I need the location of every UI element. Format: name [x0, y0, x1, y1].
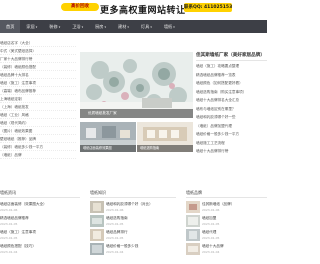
list-item[interactable]: 墙纸（施工）注意事项	[0, 230, 80, 235]
nav-item-1[interactable]: 家居▾	[20, 20, 43, 33]
list-item[interactable]: （装修）墙纸颜色搭配	[0, 63, 76, 71]
chevron-down-icon: ▾	[81, 25, 84, 29]
list-item[interactable]: 墙纸价格一般多少钱一平方	[196, 130, 267, 139]
list-item[interactable]: 墙纸和乳胶漆哪个好（对比）	[106, 202, 176, 207]
section-title: 墙纸品牌	[186, 190, 202, 195]
article-thumbnail[interactable]	[90, 243, 104, 255]
nav-item-3[interactable]: 卫浴▾	[66, 20, 89, 33]
list-date: 2023-01-06	[106, 208, 124, 212]
list-date: 2023-01-04	[202, 250, 220, 254]
chevron-down-icon: ▾	[58, 25, 61, 29]
list-item[interactable]: 墙纸店面装修（效果图大全）	[0, 202, 80, 207]
list-item[interactable]: 墙纸十大品牌排名大全汇总	[196, 96, 267, 105]
list-item[interactable]: 墙布与墙纸区别在哪里？	[196, 105, 267, 114]
list-item[interactable]: 墙纸十大品牌排行榜	[196, 147, 267, 156]
list-date: 2023-01-05	[106, 236, 124, 240]
list-item[interactable]: 厂家十大品牌排行榜	[0, 55, 76, 63]
list-item[interactable]: 墙纸（工业）风格	[0, 111, 76, 119]
thumb-caption: 墙纸店面装修效果图	[80, 145, 136, 152]
section-title: 墙纸知识	[90, 190, 106, 195]
left-article-list: 墙纸店名字（大全） 中式（美式壁纸选择） 厂家十大品牌排行榜 （装修）墙纸颜色搭…	[0, 39, 76, 159]
divider	[0, 197, 80, 198]
chevron-down-icon: ▾	[35, 25, 38, 29]
list-item[interactable]: 墙纸店名字（大全）	[0, 39, 76, 47]
section-title: 墙纸资讯	[0, 190, 16, 195]
list-date: 2023-01-06	[202, 208, 220, 212]
list-item[interactable]: （图片）墙纸效果图	[0, 127, 76, 135]
banner-title: 更多高权重网站转让	[100, 6, 186, 16]
chevron-down-icon: ▾	[104, 25, 107, 29]
divider	[196, 60, 267, 61]
nav-item-home[interactable]: 首页	[0, 20, 21, 33]
nav-item-4[interactable]: 厨房▾	[89, 20, 112, 33]
thumb-card-2[interactable]: 墙纸选购指南	[137, 122, 193, 152]
chevron-down-icon: ▾	[127, 25, 129, 29]
list-item[interactable]: 精选墙纸品牌推荐	[0, 216, 80, 221]
right-hot-list: 墙纸（施工）攻略要点整理 精选墙纸品牌推荐一览表 墙纸颜色（如何搭配更好看） 墙…	[196, 62, 267, 156]
chevron-down-icon: ▾	[173, 25, 175, 29]
banner-tag: 高价回收	[61, 3, 99, 11]
list-item[interactable]: （墙纸）品牌	[0, 151, 76, 159]
list-date: 2023-01-05	[0, 222, 18, 226]
top-banner[interactable]: 高价回收 更多高权重网站转让 联系QQ: 411025153	[0, 0, 267, 20]
list-item[interactable]: 墙纸选购指南	[106, 216, 176, 221]
divider	[186, 197, 267, 198]
list-item[interactable]: 壁纸墙纸（推荐）品牌	[0, 135, 76, 143]
right-panel-title[interactable]: 佳其斯墙纸厂家（美好家居品牌）	[196, 52, 265, 58]
article-thumbnail[interactable]	[90, 201, 104, 213]
list-item[interactable]: 墙纸代理	[202, 230, 267, 235]
nav-item-2[interactable]: 装修▾	[43, 20, 66, 33]
list-date: 2023-01-05	[106, 222, 124, 226]
hero-image[interactable]: 优质墙纸批发厂家	[80, 52, 193, 118]
list-item[interactable]: 墙纸加盟	[202, 216, 267, 221]
list-item[interactable]: 中式（美式壁纸选择）	[0, 47, 76, 55]
list-item[interactable]: 墙纸选购指南（购买注意事项）	[196, 88, 267, 97]
list-date: 2023-01-04	[0, 250, 18, 254]
list-date: 2023-01-04	[106, 250, 124, 254]
list-item[interactable]: （墙纸）品牌加盟代理	[196, 122, 267, 131]
list-date: 2023-01-05	[202, 236, 220, 240]
article-thumbnail[interactable]	[186, 229, 200, 241]
nav-item-5[interactable]: 建材▾	[112, 20, 135, 33]
article-thumbnail[interactable]	[90, 215, 104, 227]
list-item[interactable]: （上海）墙纸批发	[0, 103, 76, 111]
list-item[interactable]: 精选墙纸品牌推荐一览表	[196, 71, 267, 80]
list-item[interactable]: 墙纸（施工）注意事项	[0, 79, 76, 87]
article-thumbnail[interactable]	[186, 201, 200, 213]
divider	[90, 197, 176, 198]
nav-item-6[interactable]: 灯具▾	[135, 20, 158, 33]
list-item[interactable]: 墙纸价格一般多少钱	[106, 244, 176, 249]
article-thumbnail[interactable]	[186, 243, 200, 255]
list-item[interactable]: （装修）墙纸多少钱一平方	[0, 143, 76, 151]
main-nav: 首页 家居▾ 装修▾ 卫浴▾ 厨房▾ 建材▾ 灯具▾ 墙纸▾	[0, 20, 267, 33]
list-item[interactable]: 墙纸颜色搭配（技巧）	[0, 244, 80, 249]
list-date: 2023-01-05	[0, 236, 18, 240]
article-thumbnail[interactable]	[90, 229, 104, 241]
list-item[interactable]: 佳其斯墙纸（品牌）	[202, 202, 267, 207]
list-item[interactable]: 墙纸品牌排行	[106, 230, 176, 235]
thumb-card-1[interactable]: 墙纸店面装修效果图	[80, 122, 136, 152]
list-item[interactable]: 上海墙纸定制	[0, 95, 76, 103]
list-item[interactable]: 墙纸（施工）攻略要点整理	[196, 62, 267, 71]
nav-item-7[interactable]: 墙纸▾	[158, 20, 181, 33]
list-date: 2023-01-06	[0, 208, 18, 212]
article-thumbnail[interactable]	[186, 215, 200, 227]
list-item[interactable]: 墙纸施工工艺流程	[196, 139, 267, 148]
list-item[interactable]: 墙纸品牌十大排名	[0, 71, 76, 79]
thumb-caption: 墙纸选购指南	[137, 145, 193, 152]
list-date: 2023-01-05	[202, 222, 220, 226]
list-item[interactable]: 墙纸（现代简约）	[0, 119, 76, 127]
hero-caption: 优质墙纸批发厂家	[80, 109, 193, 118]
chevron-down-icon: ▾	[150, 25, 152, 29]
list-item[interactable]: （高端）墙布品牌推荐	[0, 87, 76, 95]
list-item[interactable]: 墙纸十大品牌	[202, 244, 267, 249]
banner-contact: 联系QQ: 411025153	[184, 3, 233, 12]
list-item[interactable]: 墙纸颜色（如何搭配更好看）	[196, 79, 267, 88]
list-item[interactable]: 墙纸和乳胶漆哪个好一些	[196, 113, 267, 122]
